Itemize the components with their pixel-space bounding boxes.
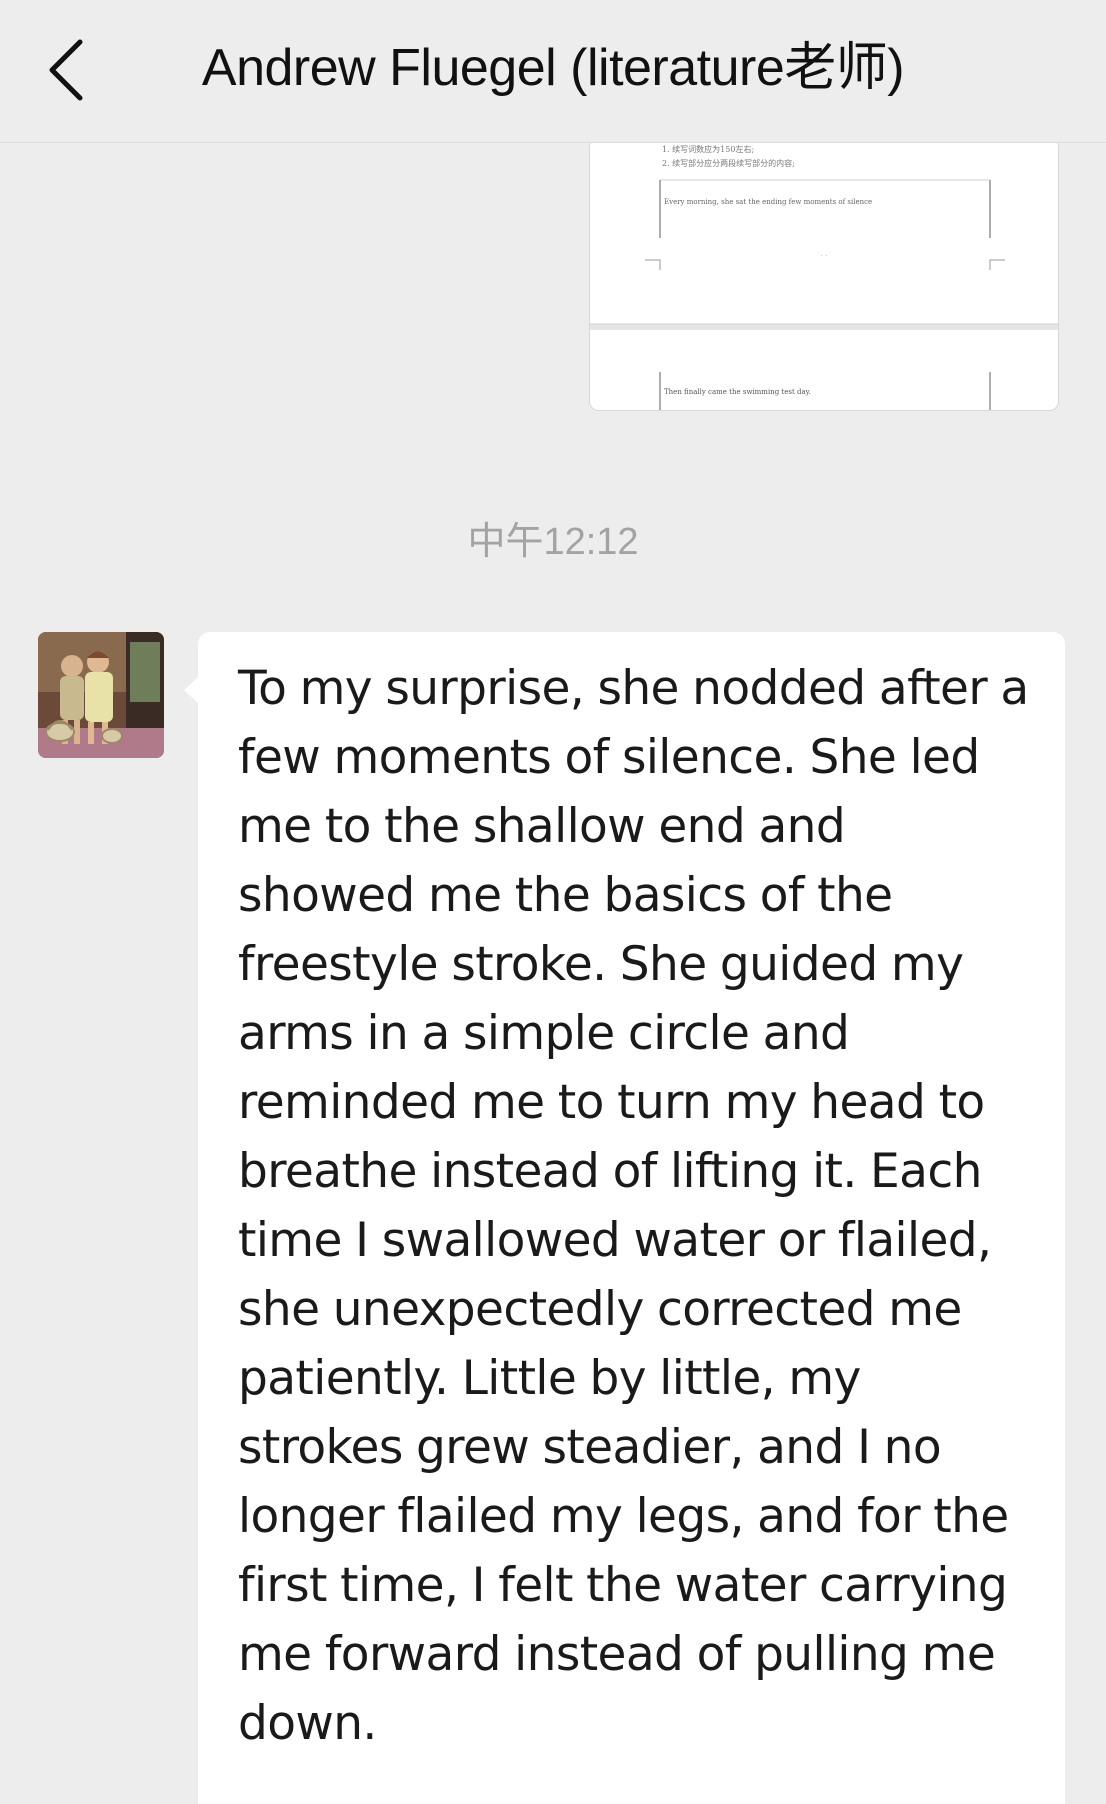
chat-title: Andrew Fluegel (literature老师)	[201, 39, 905, 97]
document-preview-icon: 1. 续写词数应为150左右; 2. 续写部分应分两段续写部分的内容; Ever…	[590, 143, 1058, 410]
chat-header: Andrew Fluegel (literature老师)	[0, 0, 1106, 143]
shared-document-message[interactable]: 1. 续写词数应为150左右; 2. 续写部分应分两段续写部分的内容; Ever…	[589, 143, 1059, 411]
message-text: To my surprise, she nodded after a few m…	[238, 661, 1029, 1751]
message-timestamp: 中午12:12	[467, 521, 639, 563]
doc-line-1: 1. 续写词数应为150左右;	[662, 144, 754, 154]
contact-avatar-photo-icon	[38, 632, 164, 758]
incoming-message-bubble[interactable]: To my surprise, she nodded after a few m…	[184, 632, 1065, 1804]
bubble-tail	[184, 676, 199, 704]
doc-line-4: Then finally came the swimming test day.	[664, 388, 811, 396]
doc-line-2: 2. 续写部分应分两段续写部分的内容;	[662, 158, 795, 168]
doc-line-3: Every morning, she sat the ending few mo…	[664, 198, 872, 206]
contact-avatar[interactable]	[38, 632, 164, 758]
message-list[interactable]: 1. 续写词数应为150左右; 2. 续写部分应分两段续写部分的内容; Ever…	[0, 143, 1106, 1804]
svg-text:· ·: · ·	[821, 252, 828, 260]
